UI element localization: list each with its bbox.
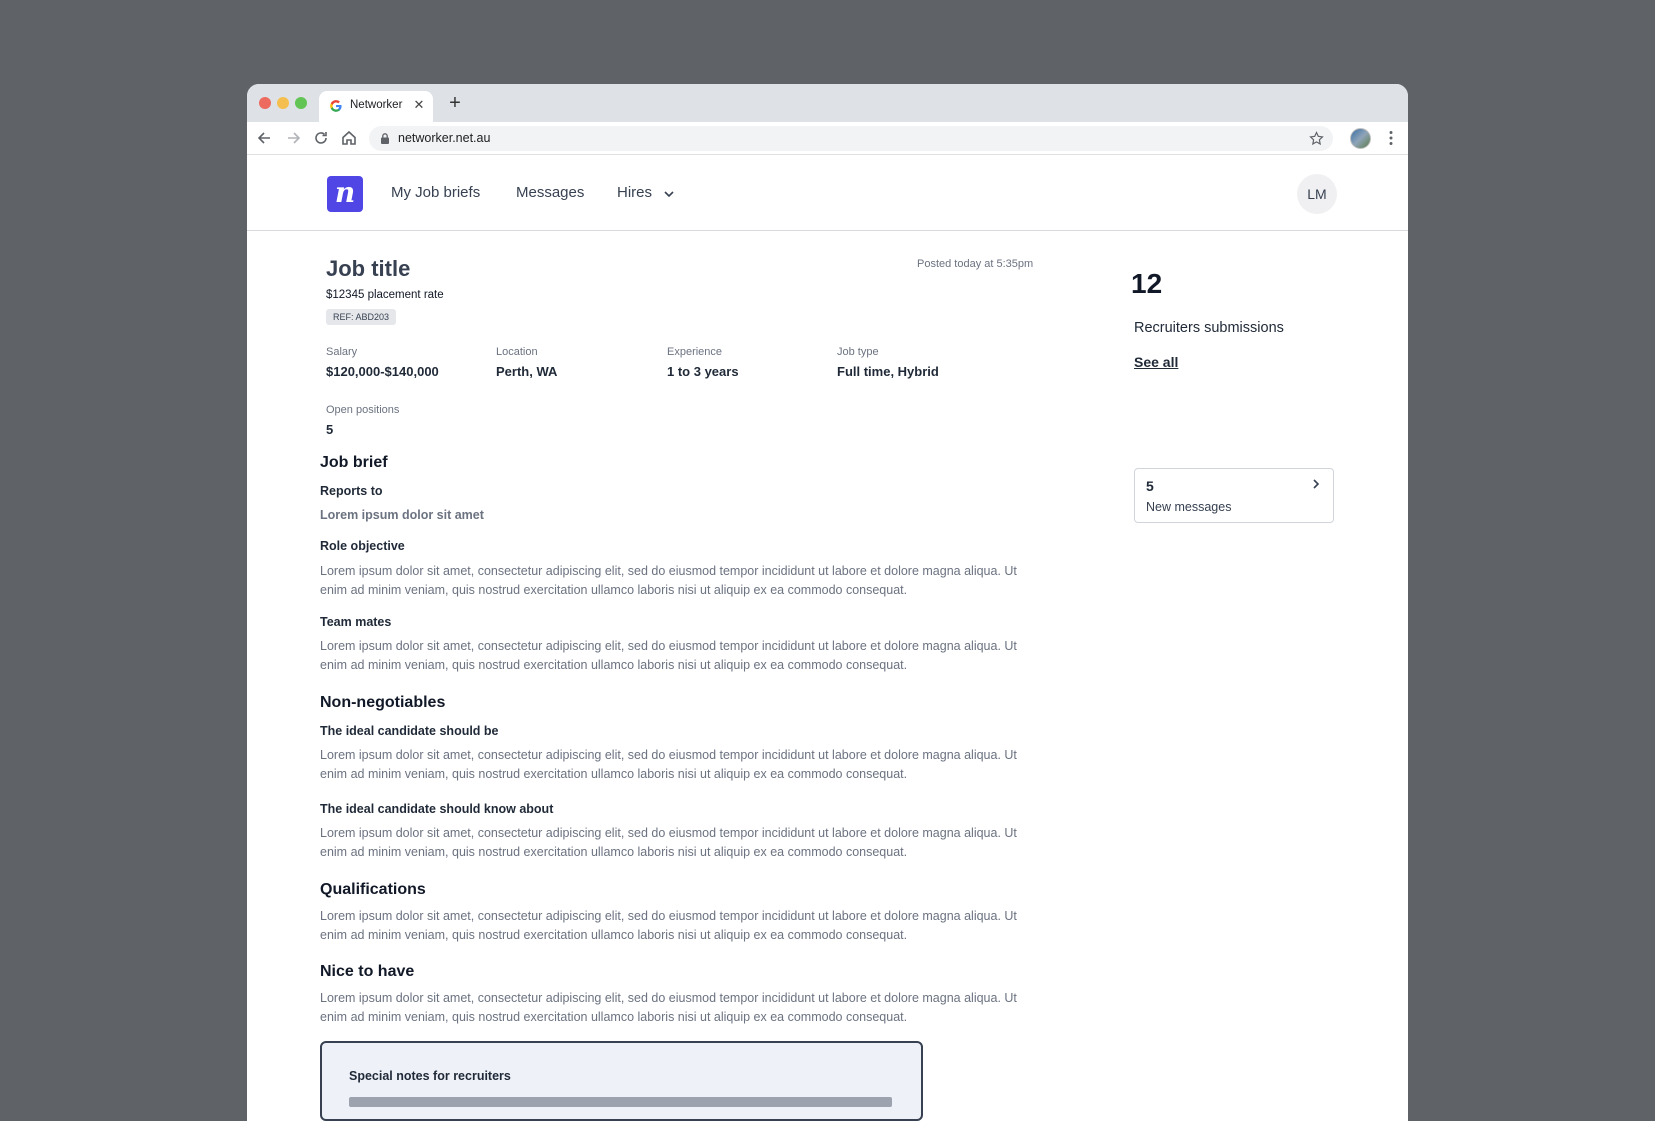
tab-title: Networker [350, 99, 403, 111]
star-icon[interactable] [1308, 130, 1325, 147]
tab-close-icon[interactable]: ✕ [411, 97, 427, 113]
detail-label: Experience [667, 346, 723, 358]
detail-label: Salary [326, 346, 358, 358]
detail-value: Perth, WA [496, 364, 558, 379]
placement-rate: $12345 placement rate [326, 289, 444, 301]
should-be-text: Lorem ipsum dolor sit amet, consectetur … [320, 748, 1017, 781]
should-know-text: Lorem ipsum dolor sit amet, consectetur … [320, 826, 1017, 859]
browser-toolbar: networker.net.au [247, 122, 1408, 155]
ref-badge: REF: ABD203 [326, 309, 397, 325]
home-icon[interactable] [339, 128, 359, 148]
detail-label: Location [496, 346, 538, 358]
forward-arrow-icon[interactable] [283, 128, 303, 148]
nav-hires[interactable]: Hires [617, 184, 652, 201]
minimize-window-button[interactable] [277, 97, 289, 109]
submissions-label: Recruiters submissions [1134, 320, 1284, 336]
browser-tab[interactable]: Networker ✕ [319, 91, 433, 122]
new-tab-button[interactable]: + [445, 93, 465, 113]
detail-label: Job type [837, 346, 879, 358]
new-messages-card[interactable]: 5 New messages [1134, 468, 1334, 523]
reload-icon[interactable] [311, 128, 331, 148]
special-notes-title: Special notes for recruiters [349, 1069, 511, 1083]
nav-my-job-briefs[interactable]: My Job briefs [391, 184, 480, 201]
reports-to-value: Lorem ipsum dolor sit amet [320, 508, 484, 522]
see-all-link[interactable]: See all [1134, 354, 1178, 370]
should-be-label: The ideal candidate should be [320, 724, 499, 738]
qualifications-text: Lorem ipsum dolor sit amet, consectetur … [320, 909, 1017, 942]
nav-messages[interactable]: Messages [516, 184, 584, 201]
nice-to-have-heading: Nice to have [320, 963, 415, 980]
chevron-down-icon[interactable] [662, 187, 676, 201]
maximize-window-button[interactable] [295, 97, 307, 109]
special-notes-placeholder [349, 1097, 892, 1107]
profile-avatar[interactable] [1350, 128, 1371, 149]
browser-window: Networker ✕ + networker.net.au n My Job … [247, 84, 1408, 1121]
lock-icon [381, 133, 389, 144]
detail-value: Full time, Hybrid [837, 364, 939, 379]
role-objective-label: Role objective [320, 539, 405, 553]
main-content: Job title Posted today at 5:35pm $12345 … [247, 232, 1408, 1121]
posted-timestamp: Posted today at 5:35pm [917, 258, 1034, 270]
detail-location: Location Perth, WA [496, 346, 557, 379]
detail-open-positions: Open positions 5 [326, 404, 399, 437]
user-avatar[interactable]: LM [1297, 174, 1337, 214]
detail-value: 5 [326, 422, 334, 437]
team-mates-text: Lorem ipsum dolor sit amet, consectetur … [320, 639, 1017, 672]
url-text: networker.net.au [398, 131, 491, 145]
qualifications-heading: Qualifications [320, 881, 426, 898]
should-know-label: The ideal candidate should know about [320, 802, 554, 816]
detail-value: 1 to 3 years [667, 364, 739, 379]
address-bar[interactable]: networker.net.au [369, 126, 1333, 151]
detail-salary: Salary $120,000-$140,000 [326, 346, 439, 379]
page-title: Job title [326, 256, 411, 281]
non-negotiables-heading: Non-negotiables [320, 694, 446, 711]
submissions-count: 12 [1131, 268, 1163, 299]
special-notes-box: Special notes for recruiters [320, 1041, 923, 1121]
team-mates-label: Team mates [320, 615, 392, 629]
networker-logo[interactable]: n [327, 176, 363, 212]
google-favicon-icon [330, 100, 342, 112]
detail-value: $120,000-$140,000 [326, 364, 439, 379]
detail-experience: Experience 1 to 3 years [667, 346, 739, 379]
reports-to-label: Reports to [320, 484, 383, 498]
more-vert-icon[interactable] [1381, 128, 1401, 148]
back-arrow-icon[interactable] [255, 128, 275, 148]
messages-label: New messages [1146, 500, 1232, 514]
chevron-right-icon [1313, 479, 1320, 489]
app-header: n My Job briefs Messages Hires LM [247, 156, 1408, 231]
job-brief-heading: Job brief [320, 454, 388, 471]
title-bar: Networker ✕ + [247, 84, 1408, 122]
role-objective-text: Lorem ipsum dolor sit amet, consectetur … [320, 564, 1017, 597]
close-window-button[interactable] [259, 97, 271, 109]
detail-label: Open positions [326, 404, 400, 416]
nice-to-have-text: Lorem ipsum dolor sit amet, consectetur … [320, 991, 1017, 1024]
detail-job-type: Job type Full time, Hybrid [837, 346, 939, 379]
messages-count: 5 [1146, 478, 1154, 494]
